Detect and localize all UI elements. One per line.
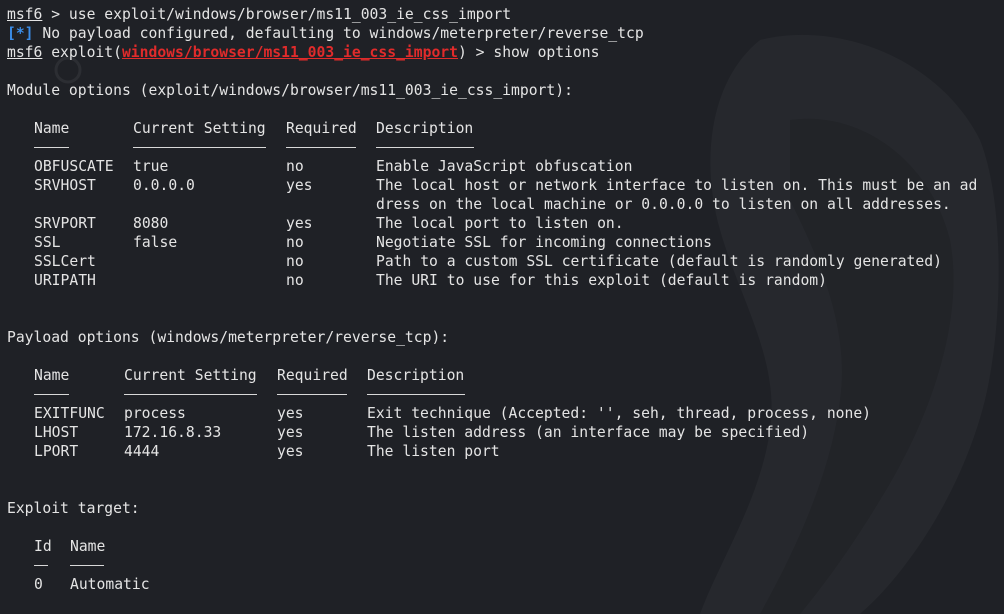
payload-header-setting: Current Setting	[124, 367, 257, 384]
row-description: The local port to listen on.	[376, 215, 624, 232]
module-header-required: Required	[286, 120, 357, 137]
payload-header-required: Required	[277, 367, 348, 384]
module-header-name: Name	[34, 120, 70, 137]
module-path-text: windows/browser/ms11_003_ie_css_import	[121, 44, 458, 61]
payload-header-rule	[124, 394, 257, 395]
info-message: No payload configured, defaulting to win…	[33, 25, 644, 42]
row-description-continued: dress on the local machine or 0.0.0.0 to…	[376, 196, 951, 213]
module-header-rule	[286, 147, 356, 148]
row-name: SRVHOST	[34, 177, 96, 194]
payload-header-rule	[367, 394, 465, 395]
row-description: Negotiate SSL for incoming connections	[376, 234, 713, 251]
row-required: yes	[277, 443, 304, 460]
row-required: no	[286, 234, 304, 251]
payload-options-heading: Payload options (windows/meterpreter/rev…	[7, 329, 450, 346]
target-header-rule	[34, 565, 48, 566]
module-header-rule	[376, 147, 474, 148]
row-required: no	[286, 253, 304, 270]
row-required: yes	[286, 177, 313, 194]
row-description: Enable JavaScript obfuscation	[376, 158, 633, 175]
exploit-open-text: exploit(	[42, 44, 122, 61]
target-header-name: Name	[70, 538, 106, 555]
info-tag: [*]	[7, 25, 34, 42]
target-header-rule	[70, 565, 104, 566]
row-name: LPORT	[34, 443, 79, 460]
command-line-use: msf6 > use exploit/windows/browser/ms11_…	[7, 5, 511, 24]
row-name: EXITFUNC	[34, 405, 105, 422]
row-required: no	[286, 158, 304, 175]
exploit-target-heading: Exploit target:	[7, 500, 140, 517]
row-name: Automatic	[70, 576, 150, 593]
payload-header-name: Name	[34, 367, 70, 384]
module-header-rule	[133, 147, 266, 148]
prompt-label: msf6	[7, 44, 43, 61]
row-name: OBFUSCATE	[34, 158, 114, 175]
module-header-description: Description	[376, 120, 474, 137]
row-required: yes	[286, 215, 313, 232]
row-description: The listen address (an interface may be …	[367, 424, 810, 441]
row-description: The URI to use for this exploit (default…	[376, 272, 827, 289]
row-setting: 4444	[124, 443, 160, 460]
command-text: > use exploit/windows/browser/ms11_003_i…	[42, 6, 512, 23]
payload-header-rule	[277, 394, 347, 395]
row-description: Exit technique (Accepted: '', seh, threa…	[367, 405, 872, 422]
row-name: SSL	[34, 234, 61, 251]
row-required: no	[286, 272, 304, 289]
row-id: 0	[34, 576, 43, 593]
command-line-show: msf6 exploit(windows/browser/ms11_003_ie…	[7, 43, 599, 62]
row-setting: 8080	[133, 215, 169, 232]
row-setting: 172.16.8.33	[124, 424, 222, 441]
row-required: yes	[277, 405, 304, 422]
payload-header-rule	[34, 394, 69, 395]
row-description: Path to a custom SSL certificate (defaul…	[376, 253, 942, 270]
row-name: LHOST	[34, 424, 79, 441]
row-name: SRVPORT	[34, 215, 96, 232]
row-setting: false	[133, 234, 178, 251]
row-required: yes	[277, 424, 304, 441]
row-description: The listen port	[367, 443, 500, 460]
exploit-close-text: ) > show options	[458, 44, 600, 61]
row-name: SSLCert	[34, 253, 96, 270]
info-line: [*] No payload configured, defaulting to…	[7, 24, 644, 43]
row-description: The local host or network interface to l…	[376, 177, 978, 194]
prompt-label: msf6	[7, 6, 43, 23]
row-name: URIPATH	[34, 272, 96, 289]
module-header-setting: Current Setting	[133, 120, 266, 137]
terminal-window[interactable]: msf6 > use exploit/windows/browser/ms11_…	[0, 0, 1004, 614]
row-setting: 0.0.0.0	[133, 177, 195, 194]
payload-header-description: Description	[367, 367, 465, 384]
row-setting: process	[124, 405, 186, 422]
target-header-id: Id	[34, 538, 52, 555]
module-options-heading: Module options (exploit/windows/browser/…	[7, 82, 573, 99]
module-header-rule	[34, 147, 69, 148]
row-setting: true	[133, 158, 169, 175]
